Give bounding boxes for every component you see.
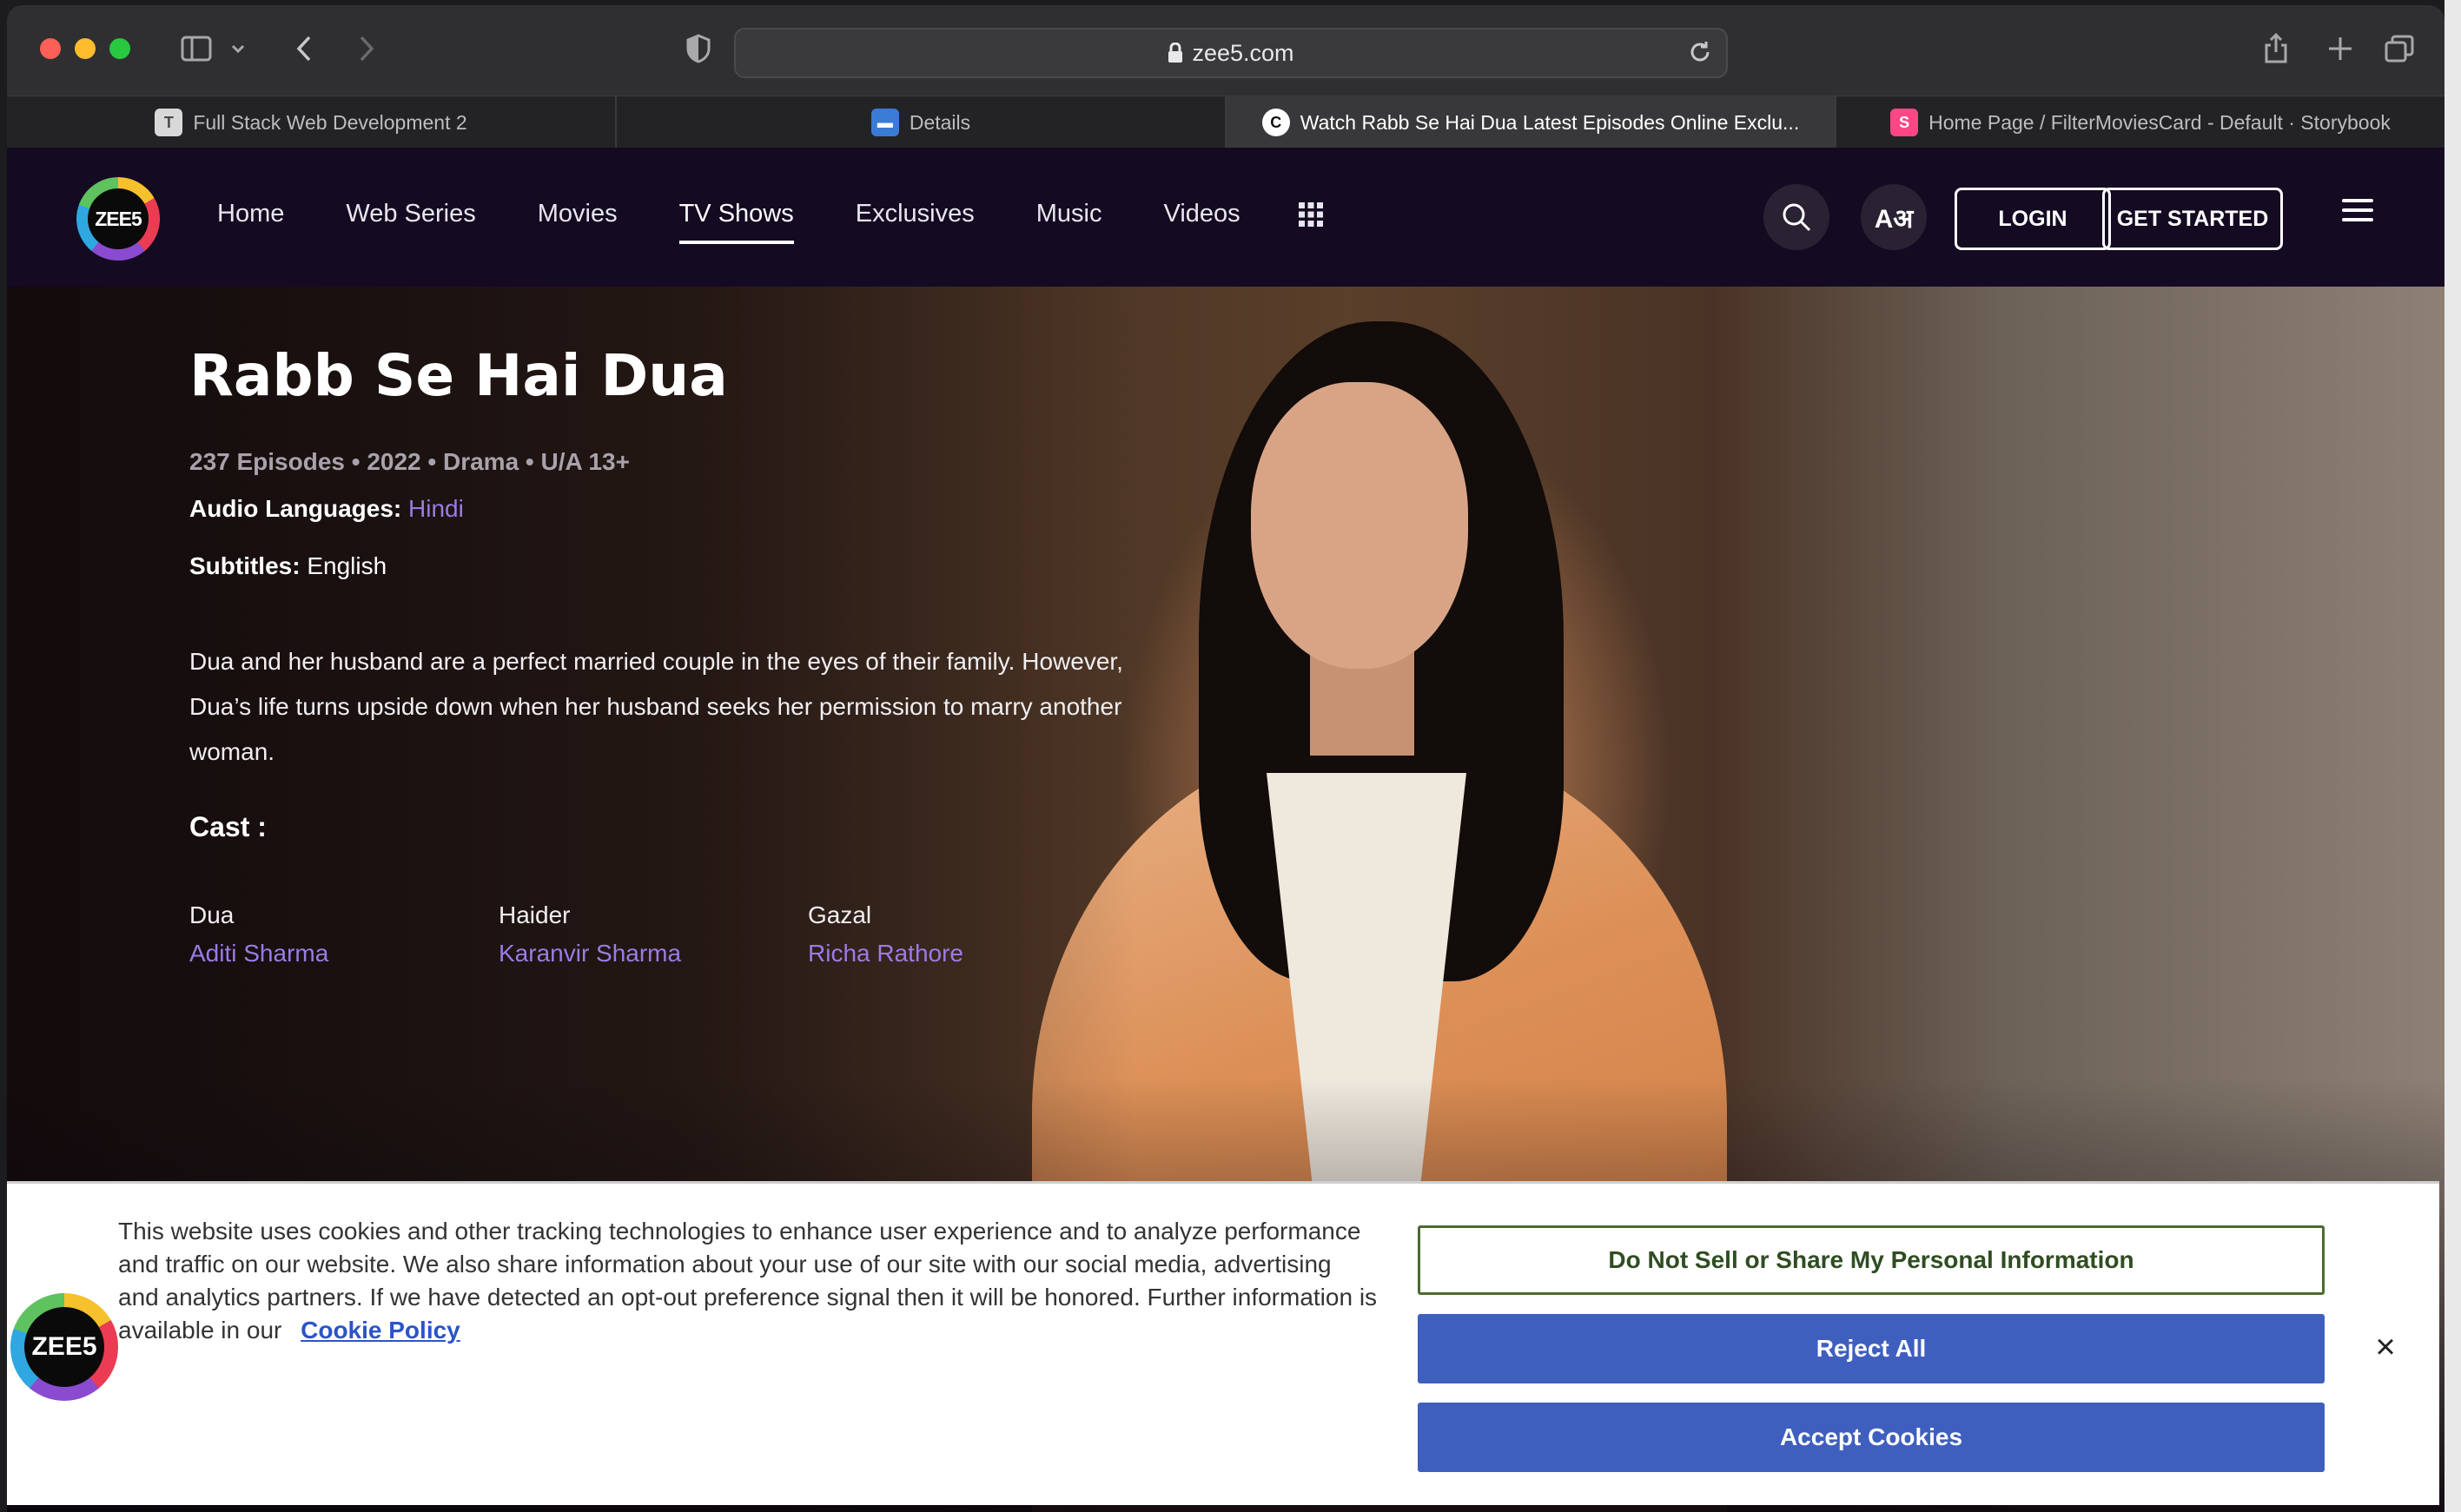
cast-member: Dua Aditi Sharma	[189, 901, 328, 967]
tab-favicon-icon: S	[1890, 109, 1919, 136]
close-window-button[interactable]	[40, 38, 61, 59]
share-icon[interactable]	[2259, 31, 2293, 66]
zee5-logo[interactable]: ZEE5	[76, 177, 160, 261]
tab-favicon-icon: ▬	[870, 109, 899, 136]
reject-all-button[interactable]: Reject All	[1418, 1314, 2325, 1383]
browser-tab-zee5[interactable]: C Watch Rabb Se Hai Dua Latest Episodes …	[1227, 96, 1836, 149]
show-title: Rabb Se Hai Dua	[189, 342, 728, 409]
browser-tab-details[interactable]: ▬ Details	[617, 96, 1227, 149]
url-text: zee5.com	[1192, 39, 1294, 66]
tab-label: Watch Rabb Se Hai Dua Latest Episodes On…	[1300, 110, 1800, 134]
privacy-shield-icon[interactable]	[681, 31, 716, 66]
forward-icon[interactable]	[349, 31, 384, 66]
browser-tab-fullstack[interactable]: T Full Stack Web Development 2	[7, 96, 617, 149]
tab-label: Full Stack Web Development 2	[193, 110, 467, 134]
cookie-banner: ZEE5 This website uses cookies and other…	[7, 1181, 2439, 1505]
cookie-policy-link[interactable]: Cookie Policy	[301, 1317, 460, 1344]
cast-role: Dua	[189, 901, 235, 928]
nav-exclusives[interactable]: Exclusives	[856, 200, 975, 244]
audio-value[interactable]: Hindi	[408, 495, 464, 522]
browser-tab-bar: T Full Stack Web Development 2 ▬ Details…	[7, 96, 2444, 149]
reload-icon[interactable]	[1688, 40, 1712, 70]
cast-role: Gazal	[808, 901, 872, 928]
tab-overview-icon[interactable]	[2382, 31, 2417, 66]
address-bar[interactable]: zee5.com	[734, 28, 1728, 78]
audio-label: Audio Languages:	[189, 495, 402, 522]
browser-toolbar: zee5.com	[7, 5, 2444, 96]
nav-tv-shows[interactable]: TV Shows	[678, 200, 794, 244]
cast-actor-link[interactable]: Karanvir Sharma	[499, 940, 681, 967]
back-icon[interactable]	[287, 31, 321, 66]
cookie-message: This website uses cookies and other trac…	[118, 1215, 1378, 1347]
subtitles-value: English	[307, 552, 387, 579]
cast-role: Haider	[499, 901, 571, 928]
tab-label: Details	[909, 110, 971, 134]
login-button[interactable]: LOGIN	[1955, 188, 2111, 250]
cast-actor-link[interactable]: Richa Rathore	[808, 940, 963, 967]
nav-music[interactable]: Music	[1036, 200, 1102, 244]
language-icon[interactable]: Aअ	[1861, 184, 1927, 250]
cast-actor-link[interactable]: Aditi Sharma	[189, 940, 328, 967]
apps-grid-icon[interactable]	[1298, 201, 1324, 232]
close-icon[interactable]: ×	[2366, 1328, 2405, 1366]
site-header: ZEE5 Home Web Series Movies TV Shows Exc…	[7, 148, 2444, 287]
get-started-button[interactable]: GET STARTED	[2102, 188, 2283, 250]
audio-languages: Audio Languages: Hindi	[189, 495, 464, 523]
search-icon[interactable]	[1763, 184, 1829, 250]
accept-cookies-button[interactable]: Accept Cookies	[1418, 1403, 2325, 1472]
nav-web-series[interactable]: Web Series	[346, 200, 475, 244]
logo-text: ZEE5	[88, 188, 149, 249]
background-window-edge	[2444, 0, 2461, 1512]
maximize-window-button[interactable]	[109, 38, 130, 59]
lock-icon	[1168, 43, 1183, 63]
nav-home[interactable]: Home	[217, 200, 284, 244]
logo-text: ZEE5	[24, 1307, 104, 1387]
main-nav: Home Web Series Movies TV Shows Exclusiv…	[217, 200, 1302, 244]
new-tab-plus-icon[interactable]	[2323, 31, 2358, 66]
cast-heading: Cast :	[189, 811, 267, 842]
sidebar-toggle-icon[interactable]	[177, 31, 215, 66]
tab-favicon-icon: T	[155, 109, 183, 136]
show-description: Dua and her husband are a perfect marrie…	[189, 648, 1123, 765]
chevron-down-icon[interactable]	[228, 31, 248, 66]
cast-member: Gazal Richa Rathore	[808, 901, 963, 967]
nav-videos[interactable]: Videos	[1164, 200, 1240, 244]
tab-label: Home Page / FilterMoviesCard - Default ·…	[1928, 110, 2391, 134]
show-meta: 237 Episodes • 2022 • Drama • U/A 13+	[189, 448, 630, 475]
do-not-sell-button[interactable]: Do Not Sell or Share My Personal Informa…	[1418, 1225, 2325, 1295]
browser-tab-storybook[interactable]: S Home Page / FilterMoviesCard - Default…	[1836, 96, 2444, 149]
hamburger-menu-icon[interactable]	[2340, 196, 2375, 228]
tab-favicon-icon: C	[1261, 109, 1290, 136]
subtitles-label: Subtitles:	[189, 552, 301, 579]
hero-image-face	[1251, 382, 1468, 669]
cookie-banner-logo: ZEE5	[10, 1293, 118, 1401]
cast-member: Haider Karanvir Sharma	[499, 901, 681, 967]
subtitles: Subtitles: English	[189, 552, 387, 580]
nav-movies[interactable]: Movies	[538, 200, 618, 244]
minimize-window-button[interactable]	[75, 38, 96, 59]
